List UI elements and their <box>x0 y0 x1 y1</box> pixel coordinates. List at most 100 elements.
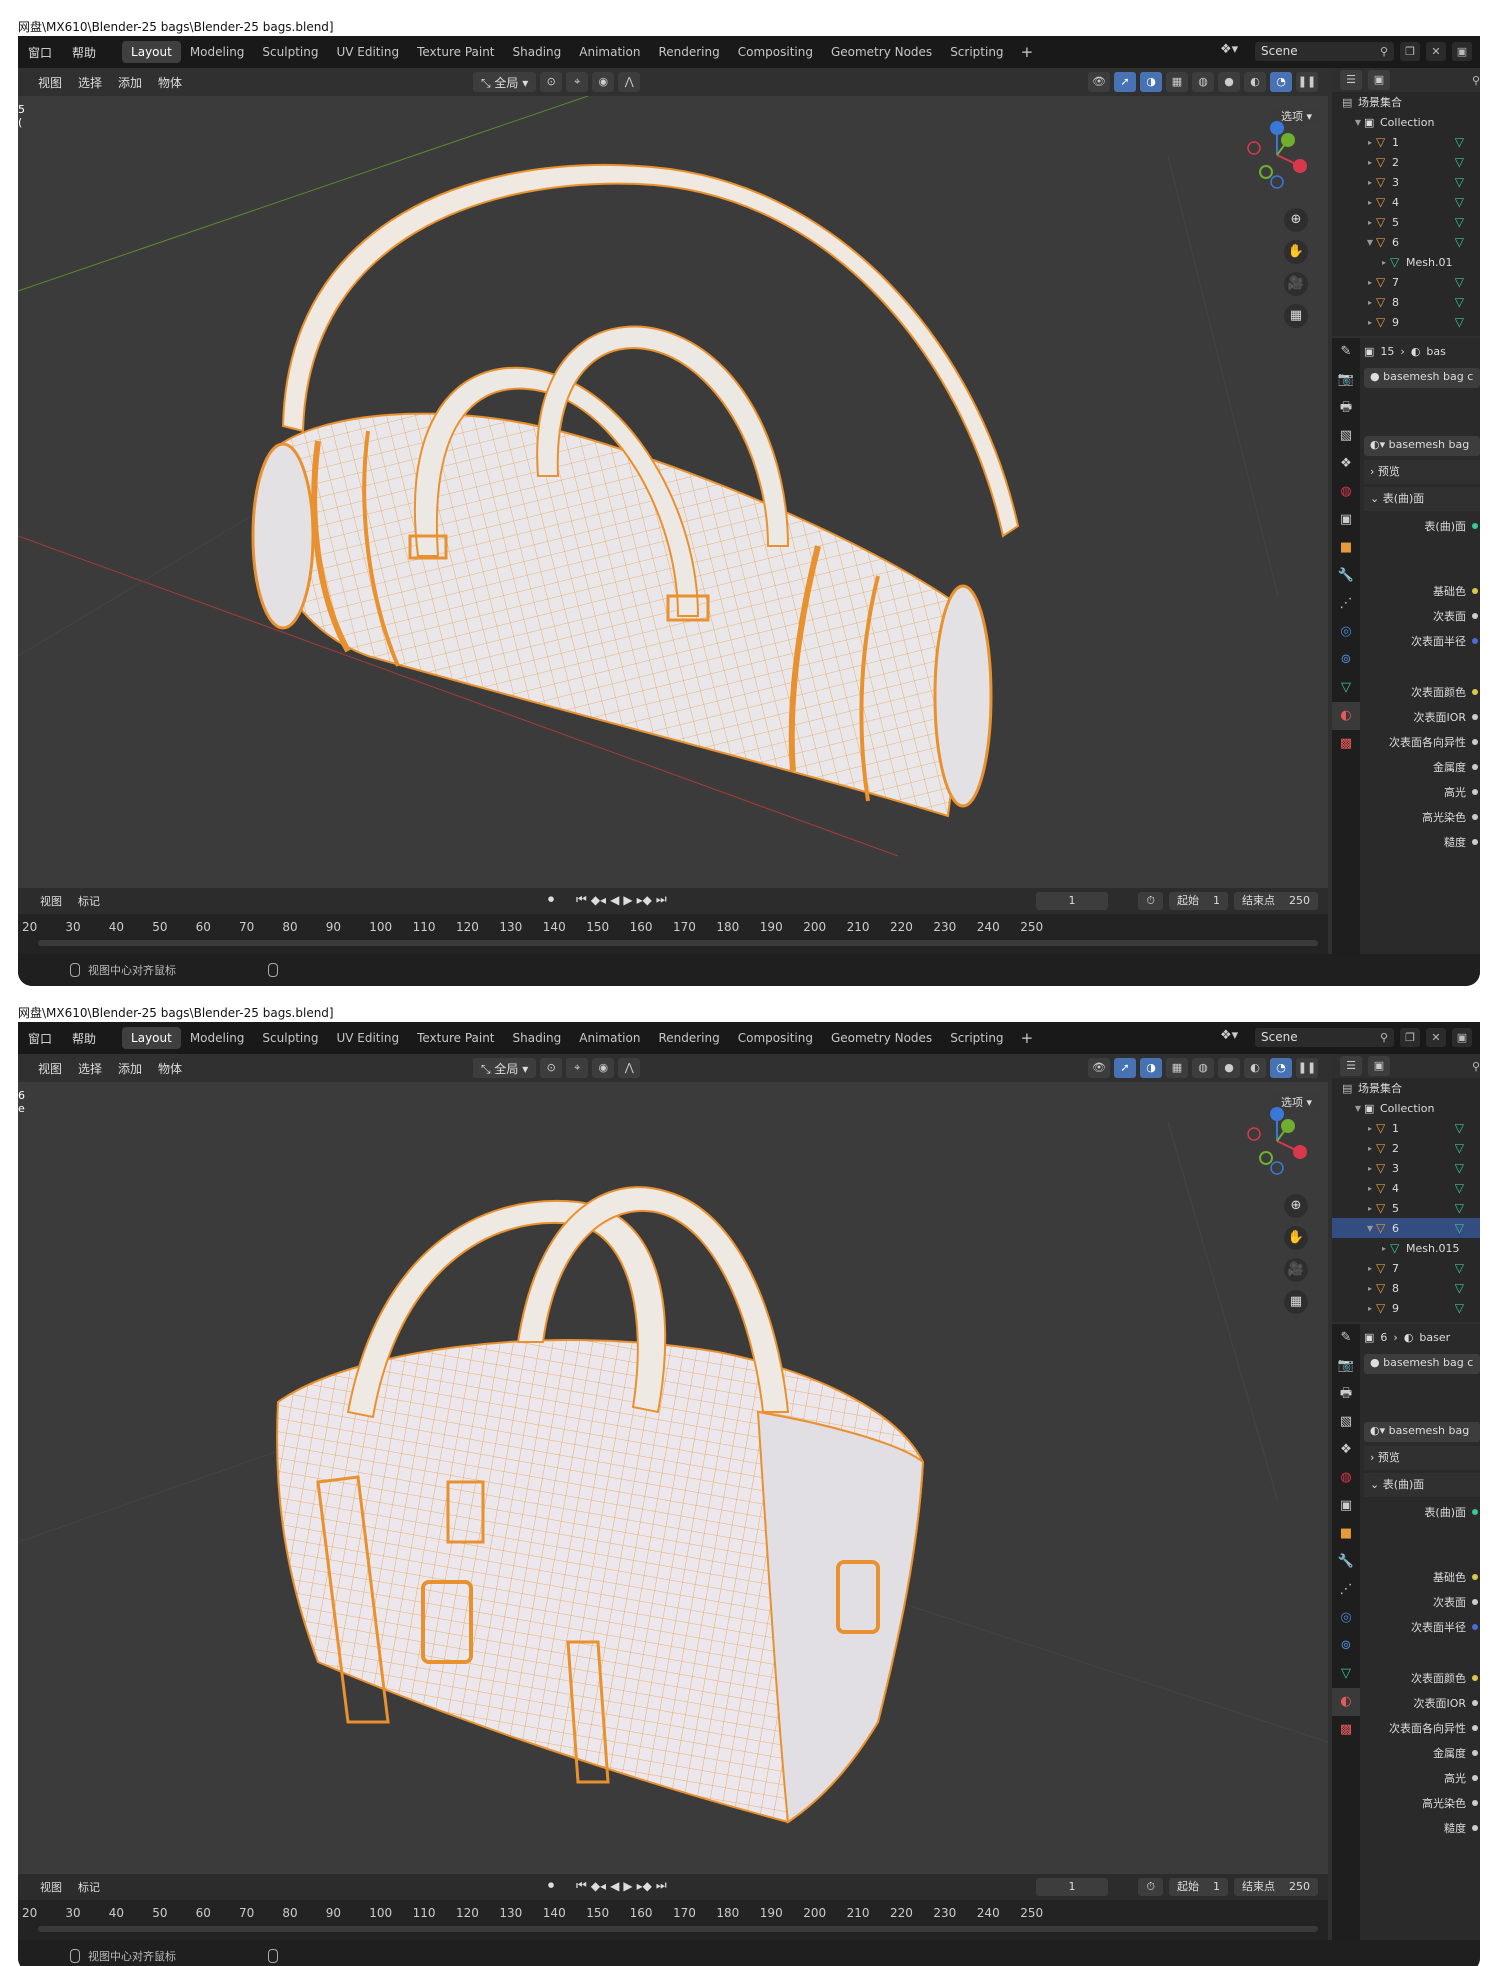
menu-help[interactable]: 帮助 <box>62 1030 106 1047</box>
menu-help[interactable]: 帮助 <box>62 44 106 61</box>
jump-end-icon[interactable]: ⏭ <box>656 1878 667 1893</box>
material-slot[interactable]: ● basemesh bag c <box>1364 1354 1480 1374</box>
object-tab-icon[interactable]: ■ <box>1332 1520 1360 1548</box>
socket-dot[interactable] <box>1472 714 1478 720</box>
shader-field[interactable]: 高光 <box>1364 1766 1480 1791</box>
expand-icon[interactable]: ▸ <box>1364 1284 1376 1293</box>
snap-icon[interactable]: ⌖ <box>566 72 589 92</box>
socket-dot[interactable] <box>1472 689 1478 695</box>
pivot-icon[interactable]: ⊙ <box>540 72 563 92</box>
filter-icon[interactable]: ⚲ <box>1472 74 1480 87</box>
modifier-tab-icon[interactable]: 🔧 <box>1332 1548 1360 1576</box>
outliner-object-item[interactable]: ▸ ▽ 3 ▽ <box>1332 172 1480 192</box>
tab-layout[interactable]: Layout <box>122 41 181 63</box>
shader-field[interactable]: 金属度 <box>1364 755 1480 780</box>
expand-icon[interactable]: ▸ <box>1364 1264 1376 1273</box>
viewport-menu-object[interactable]: 物体 <box>150 1060 190 1077</box>
scene-selector-icon[interactable]: ❖▾ <box>1220 1028 1248 1047</box>
shader-field[interactable]: 次表面IOR <box>1364 705 1480 730</box>
outliner-collection[interactable]: ▼ ▣ Collection <box>1332 112 1480 132</box>
pivot-icon[interactable]: ⊙ <box>540 1058 563 1078</box>
outliner-object-item[interactable]: ▼ ▽ 6 ▽ <box>1332 232 1480 252</box>
expand-icon[interactable]: ▸ <box>1364 158 1376 167</box>
view-layer-tab-icon[interactable]: ▧ <box>1332 1408 1360 1436</box>
shader-field[interactable]: 金属度 <box>1364 1741 1480 1766</box>
grid-icon[interactable]: ▦ <box>1284 304 1308 328</box>
expand-icon[interactable]: ▼ <box>1352 1104 1364 1113</box>
tab-texture-paint[interactable]: Texture Paint <box>408 41 503 63</box>
shader-field[interactable]: 次表面半径 <box>1364 629 1480 654</box>
record-icon[interactable]: ⏺ <box>548 1878 554 1893</box>
3d-viewport[interactable]: 视图 选择 添加 物体 ⤡ 全局 ▾ ⊙ ⌖ ◉ ⋀ 👁 ➚ ◑ ▦ ◍ ● ◐… <box>18 1054 1328 1874</box>
tab-geometry-nodes[interactable]: Geometry Nodes <box>822 41 941 63</box>
add-workspace-button[interactable]: + <box>1013 1029 1042 1047</box>
socket-dot[interactable] <box>1472 789 1478 795</box>
gizmo-icon[interactable] <box>1242 120 1312 190</box>
end-frame-field[interactable]: 结束点 250 <box>1234 1878 1318 1896</box>
new-scene-icon[interactable]: ❐ <box>1400 42 1420 61</box>
scene-tab-icon[interactable]: ❖ <box>1332 450 1360 478</box>
modifier-tab-icon[interactable]: 🔧 <box>1332 562 1360 590</box>
constraints-tab-icon[interactable]: ⊚ <box>1332 1632 1360 1660</box>
preview-panel[interactable]: › 预览 <box>1364 1446 1480 1470</box>
shader-field[interactable]: 糙度 <box>1364 1816 1480 1841</box>
particles-tab-icon[interactable]: ⋰ <box>1332 590 1360 618</box>
mesh-data-icon[interactable]: ▽ <box>1455 1121 1464 1135</box>
mesh-data-icon[interactable]: ▽ <box>1455 1321 1464 1322</box>
socket-dot[interactable] <box>1472 1750 1478 1756</box>
xray-icon[interactable]: ▦ <box>1166 72 1188 92</box>
editor-type-icon[interactable]: ☰ <box>1340 70 1362 90</box>
mesh-data-icon[interactable]: ▽ <box>1455 275 1464 289</box>
outliner-mesh-item[interactable]: ▸ ▽ Mesh.01 <box>1332 252 1480 272</box>
tab-uv-editing[interactable]: UV Editing <box>327 1027 408 1049</box>
surface-field[interactable]: 表(曲)面 <box>1364 1500 1480 1525</box>
surface-field[interactable]: 表(曲)面 <box>1364 514 1480 539</box>
texture-tab-icon[interactable]: ▩ <box>1332 730 1360 758</box>
expand-icon[interactable]: ▸ <box>1364 138 1376 147</box>
physics-tab-icon[interactable]: ◎ <box>1332 1604 1360 1632</box>
falloff-icon[interactable]: ⋀ <box>618 1058 641 1078</box>
material-shading-icon[interactable]: ◐ <box>1244 72 1266 92</box>
mesh-data-icon[interactable]: ▽ <box>1455 1221 1464 1235</box>
tab-rendering[interactable]: Rendering <box>649 1027 728 1049</box>
shader-field[interactable]: 高光染色 <box>1364 1791 1480 1816</box>
camera-icon[interactable]: 🎥 <box>1284 1258 1308 1282</box>
mesh-data-icon[interactable]: ▽ <box>1455 1141 1464 1155</box>
outliner-object-item[interactable]: ▸ ▽ 2 ▽ <box>1332 152 1480 172</box>
filter-icon[interactable]: ⚲ <box>1472 1060 1480 1073</box>
viewport-menu-select[interactable]: 选择 <box>70 1060 110 1077</box>
tab-shading[interactable]: Shading <box>504 1027 571 1049</box>
mesh-data-icon[interactable]: ▽ <box>1455 295 1464 309</box>
next-keyframe-icon[interactable]: ▸◆ <box>637 1879 652 1893</box>
play-icon[interactable]: ▶ <box>623 893 632 907</box>
timeline-menu-view[interactable]: 视图 <box>32 893 70 909</box>
view-layer-icon[interactable]: ▣ <box>1452 1028 1472 1047</box>
tool-tab-icon[interactable]: ✎ <box>1332 1324 1360 1352</box>
particles-tab-icon[interactable]: ⋰ <box>1332 1576 1360 1604</box>
outliner-object-item[interactable]: ▸ ▽ 5 ▽ <box>1332 1198 1480 1218</box>
proportional-edit-icon[interactable]: ◉ <box>592 1058 615 1078</box>
outliner-object-item[interactable]: ▸ ▽ 8 ▽ <box>1332 292 1480 312</box>
timeline-menu-marker[interactable]: 标记 <box>70 893 108 909</box>
mesh-data-icon[interactable]: ▽ <box>1455 175 1464 189</box>
material-name-field[interactable]: ◐▾ basemesh bag <box>1364 436 1480 456</box>
3d-viewport[interactable]: 视图 选择 添加 物体 ⤡ 全局 ▾ ⊙ ⌖ ◉ ⋀ 👁 ➚ ◑ ▦ ◍ ● ◐… <box>18 68 1328 888</box>
tab-modeling[interactable]: Modeling <box>181 41 254 63</box>
view-layer-icon[interactable]: ▣ <box>1452 42 1472 61</box>
wireframe-shading-icon[interactable]: ◍ <box>1192 72 1214 92</box>
jump-start-icon[interactable]: ⏮ <box>576 892 587 907</box>
display-mode-icon[interactable]: ▣ <box>1368 70 1390 90</box>
shader-field[interactable]: 次表面颜色 <box>1364 680 1480 705</box>
tab-sculpting[interactable]: Sculpting <box>253 1027 327 1049</box>
collection-tab-icon[interactable]: ▣ <box>1332 1492 1360 1520</box>
scene-tab-icon[interactable]: ❖ <box>1332 1436 1360 1464</box>
frame-ruler[interactable]: 20 30 40 50 60 70 80 90 100 110 120 130 140 150 160 170… <box>18 1904 1328 1924</box>
camera-icon[interactable]: 🎥 <box>1284 272 1308 296</box>
grid-icon[interactable]: ▦ <box>1284 1290 1308 1314</box>
mesh-data-icon[interactable]: ▽ <box>1455 135 1464 149</box>
outliner-object-item[interactable]: ▸ ▽ 1 ▽ <box>1332 132 1480 152</box>
mesh-data-icon[interactable]: ▽ <box>1455 1281 1464 1295</box>
frame-ruler[interactable]: 20 30 40 50 60 70 80 90 100 110 120 130 140 150 160 170… <box>18 918 1328 938</box>
outliner-collection[interactable]: ▼ ▣ Collection <box>1332 1098 1480 1118</box>
gizmo-toggle-icon[interactable]: ➚ <box>1114 72 1136 92</box>
